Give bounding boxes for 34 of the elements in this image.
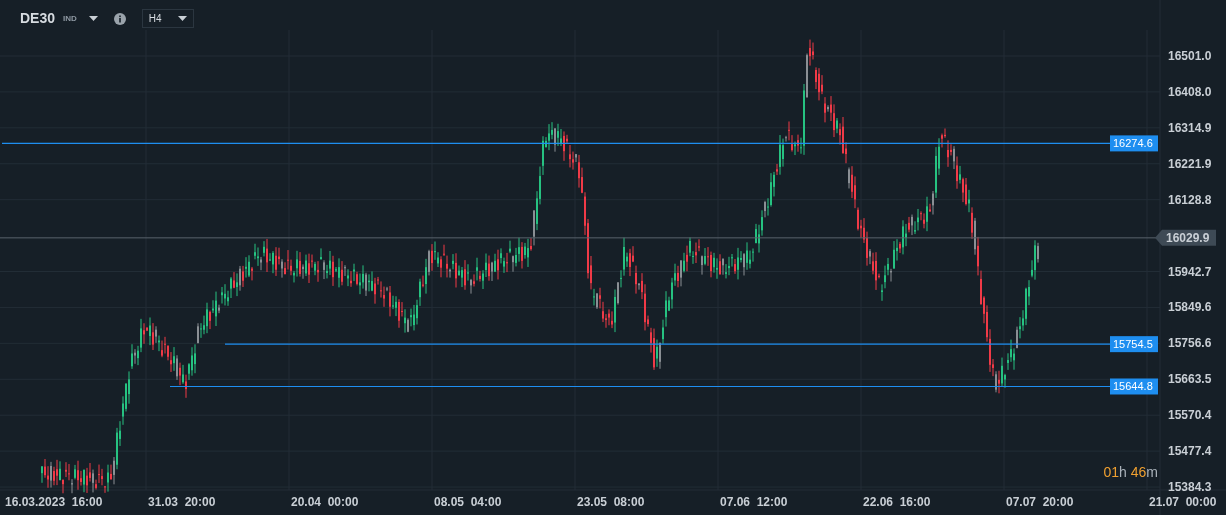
horizontal-level-line[interactable]: [169, 385, 1111, 388]
level-price-tag[interactable]: 16274.6: [1110, 135, 1158, 152]
price-axis-label: 15384.3: [1168, 480, 1212, 495]
price-axis-label: 15663.5: [1168, 372, 1212, 387]
price-axis-label: 15477.4: [1168, 444, 1212, 459]
level-price-tag[interactable]: 15754.5: [1110, 336, 1158, 353]
price-axis-label: 15570.4: [1168, 408, 1212, 423]
price-axis-label: 16501.0: [1168, 49, 1212, 63]
info-icon[interactable]: [113, 12, 126, 25]
market-label: IND: [63, 12, 77, 25]
price-axis-label: 15756.6: [1168, 336, 1212, 351]
price-axis-label: 15849.6: [1168, 300, 1212, 315]
level-price-tag[interactable]: 15644.8: [1110, 378, 1158, 395]
time-axis-label: 23.05 08:00: [577, 495, 645, 509]
price-axis-label: 16128.8: [1168, 192, 1212, 207]
time-axis-label: 07.06 12:00: [720, 495, 788, 509]
price-axis-label: 16408.0: [1168, 84, 1212, 99]
caret-icon: [177, 16, 187, 21]
time-axis-label: 16.03.2023 16:00: [5, 495, 103, 509]
price-axis-label: 16221.9: [1168, 156, 1212, 171]
time-axis-label: 22.06 16:00: [863, 495, 931, 509]
time-axis-label: 08.05 04:00: [434, 495, 502, 509]
caret-icon[interactable]: [88, 16, 98, 21]
horizontal-level-line[interactable]: [1, 142, 1111, 144]
time-axis-label: 21.07 00:00: [1149, 495, 1217, 509]
candle-countdown: 01h 46m: [1103, 463, 1158, 482]
time-axis-label: 07.07 20:00: [1006, 495, 1074, 509]
symbol-label[interactable]: DE30: [20, 8, 56, 29]
price-axis-label: 16314.9: [1168, 120, 1212, 135]
time-axis-label: 31.03 20:00: [148, 495, 216, 509]
current-price-tag: 16029.9: [1155, 229, 1216, 246]
timeframe-dropdown[interactable]: H4: [141, 9, 194, 28]
price-axis-label: 15942.7: [1168, 264, 1212, 279]
time-axis-label: 20.04 00:00: [291, 495, 359, 509]
